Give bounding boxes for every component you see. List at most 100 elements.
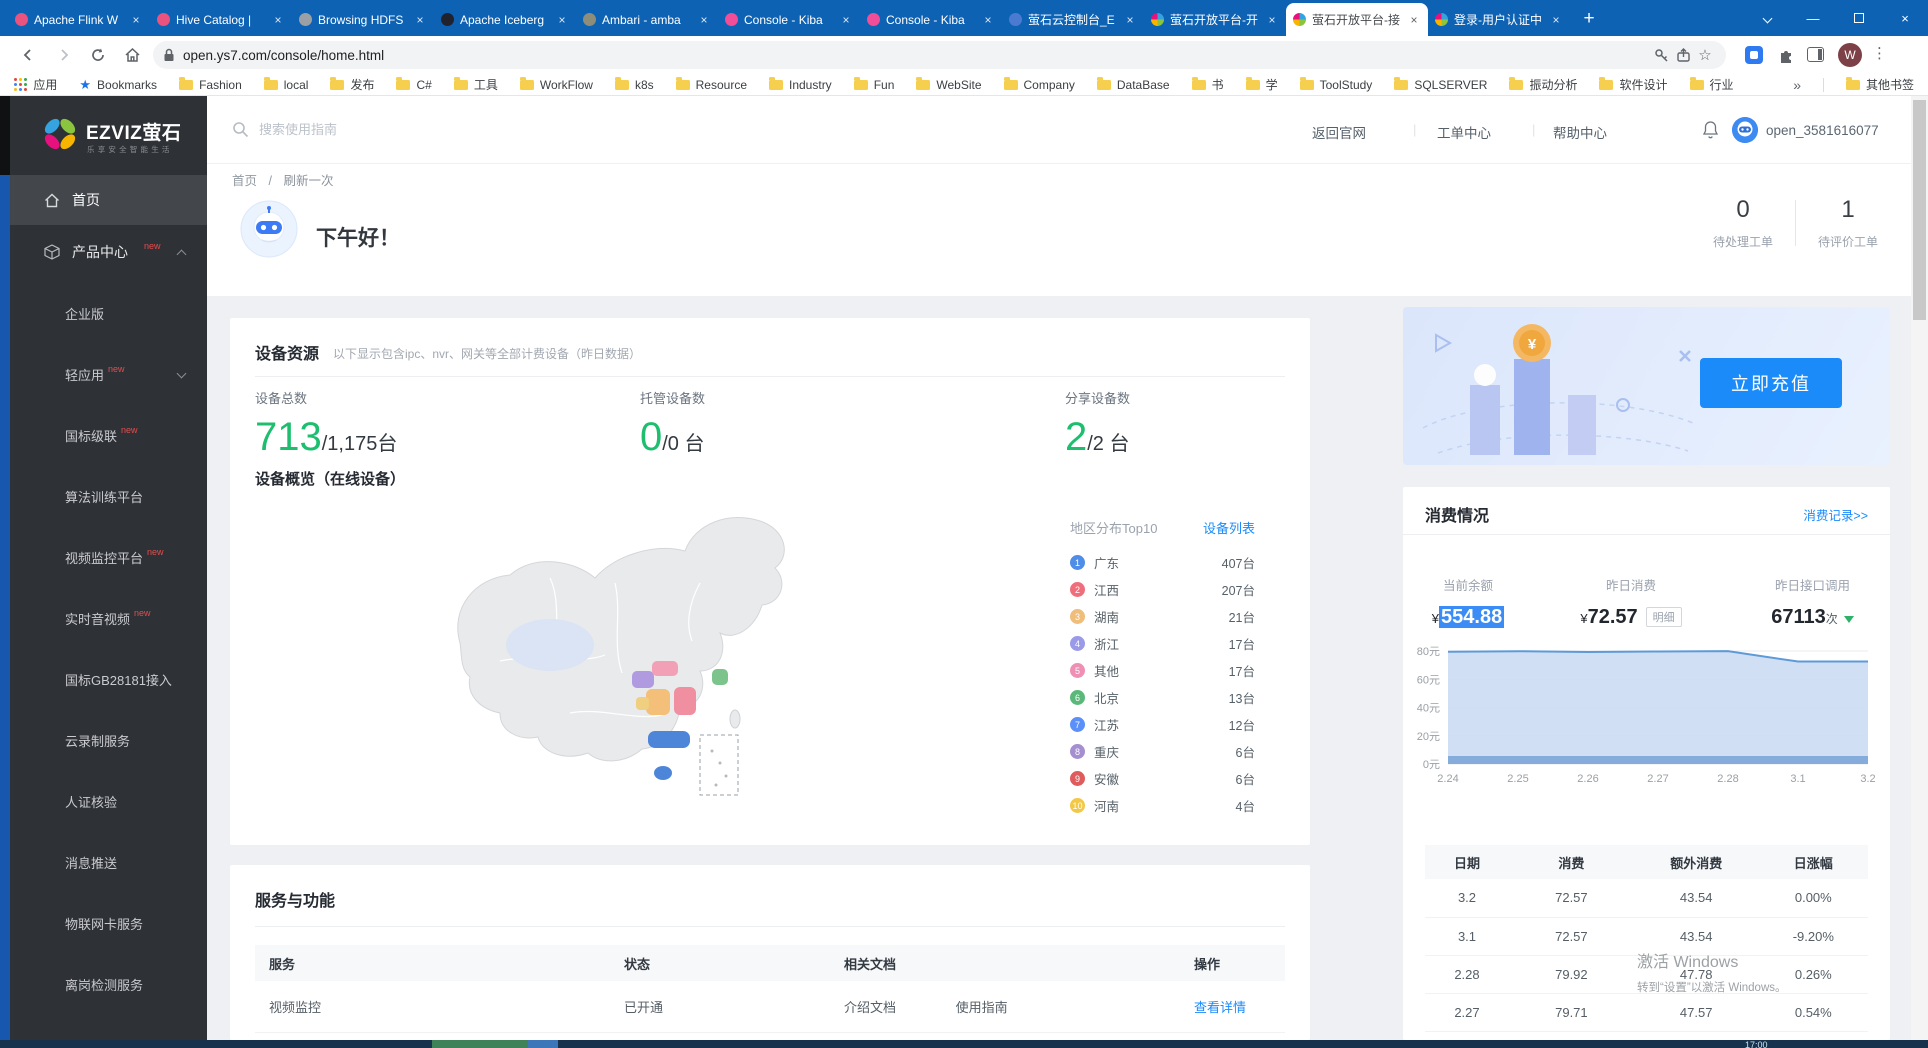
sidebar-subitem[interactable]: 离岗检测服务 — [10, 954, 207, 1015]
trend-down-icon[interactable] — [1844, 616, 1854, 623]
detail-tag-button[interactable]: 明细 — [1646, 607, 1682, 627]
home-icon[interactable] — [120, 43, 144, 67]
tab-close-icon[interactable] — [555, 13, 569, 27]
bookmark-folder[interactable]: Industry — [769, 76, 832, 93]
page-scrollbar[interactable] — [1911, 96, 1928, 1040]
sidebar-subitem[interactable]: 国标级联 new — [10, 405, 207, 466]
browser-tab[interactable]: Ambari - amba — [576, 3, 718, 36]
bookmark-folder[interactable]: SQLSERVER — [1394, 76, 1487, 93]
sidebar-subitem[interactable]: 轻应用 new — [10, 344, 207, 405]
browser-tab[interactable]: 登录-用户认证中 — [1428, 3, 1570, 36]
bookmark-folder[interactable]: local — [264, 76, 309, 93]
sidebar-subitem[interactable]: 物联网卡服务 — [10, 893, 207, 954]
bookmark-folder[interactable]: Company — [1004, 76, 1075, 93]
browser-tab[interactable]: Hive Catalog | — [150, 3, 292, 36]
close-button[interactable]: × — [1882, 0, 1928, 36]
browser-tab[interactable]: Apache Iceberg — [434, 3, 576, 36]
tab-close-icon[interactable] — [1265, 13, 1279, 27]
bookmark-folder[interactable]: Resource — [676, 76, 747, 93]
bookmark-folder[interactable]: 学 — [1246, 76, 1278, 93]
bookmark-folder[interactable]: Fashion — [179, 76, 242, 93]
browser-profile-avatar[interactable]: W — [1838, 43, 1862, 67]
browser-tab[interactable]: Browsing HDFS — [292, 3, 434, 36]
tab-close-icon[interactable] — [697, 13, 711, 27]
scrollbar-thumb[interactable] — [1913, 100, 1926, 320]
apps-shortcut[interactable]: 应用 — [14, 76, 57, 93]
tab-search-icon[interactable] — [1744, 0, 1790, 36]
username[interactable]: open_3581616077 — [1766, 123, 1879, 138]
tab-close-icon[interactable] — [1123, 13, 1137, 27]
notification-bell-icon[interactable] — [1702, 120, 1719, 144]
tab-close-icon[interactable] — [1407, 13, 1421, 27]
bookmark-folder[interactable]: 书 — [1192, 76, 1224, 93]
ezviz-logo[interactable]: EZVIZ萤石 乐享安全智能生活 — [10, 110, 207, 166]
user-avatar[interactable] — [1732, 117, 1758, 143]
tab-close-icon[interactable] — [271, 13, 285, 27]
bookmark-folder[interactable]: 发布 — [330, 76, 374, 93]
link-help-center[interactable]: 帮助中心 — [1553, 122, 1607, 142]
bookmark-folder[interactable]: k8s — [615, 76, 654, 93]
reload-icon[interactable] — [86, 43, 110, 67]
bookmark-folder[interactable]: DataBase — [1097, 76, 1170, 93]
link-official-site[interactable]: 返回官网 — [1312, 122, 1366, 142]
browser-menu-icon[interactable]: ⋮ — [1872, 44, 1887, 62]
browser-tab[interactable]: 萤石云控制台_E — [1002, 3, 1144, 36]
link-ticket-center[interactable]: 工单中心 — [1437, 122, 1491, 142]
new-tab-button[interactable]: + — [1574, 4, 1604, 34]
tab-close-icon[interactable] — [839, 13, 853, 27]
sidebar-subitem[interactable]: 企业版 — [10, 283, 207, 344]
browser-tab[interactable]: 萤石开放平台-接 — [1286, 3, 1428, 36]
minimize-button[interactable]: — — [1790, 0, 1836, 36]
search-input[interactable] — [259, 122, 499, 137]
bookmark-folder[interactable]: C# — [396, 76, 431, 93]
sidebar-subitem[interactable]: 消息推送 — [10, 832, 207, 893]
bookmark-folder[interactable]: 工具 — [454, 76, 498, 93]
bookmark-folder[interactable]: Fun — [854, 76, 895, 93]
bookmark-folder[interactable]: 软件设计 — [1599, 76, 1667, 93]
extension-blue-icon[interactable] — [1745, 46, 1763, 64]
breadcrumb-home[interactable]: 首页 — [232, 174, 257, 188]
sidebar-item-product-center[interactable]: 产品中心 new — [10, 230, 207, 274]
tab-close-icon[interactable] — [1549, 13, 1563, 27]
bookmarks-overflow-chevron[interactable]: » — [1793, 77, 1801, 93]
recharge-button[interactable]: 立即充值 — [1700, 358, 1842, 408]
bookmark-folder[interactable]: WorkFlow — [520, 76, 593, 93]
sidebar-subitem[interactable]: 云录制服务 — [10, 710, 207, 771]
url-bar[interactable]: open.ys7.com/console/home.html ☆ — [153, 41, 1726, 69]
password-key-icon[interactable] — [1650, 44, 1672, 66]
share-icon[interactable] — [1672, 44, 1694, 66]
sidebar-subitem[interactable]: 视频监控平台 new — [10, 527, 207, 588]
sidebar-item-home[interactable]: 首页 — [10, 175, 207, 225]
bookmark-star-icon[interactable]: ☆ — [1694, 44, 1716, 66]
view-details-link[interactable]: 查看详情 — [1194, 1000, 1246, 1015]
side-panel-icon[interactable] — [1807, 47, 1824, 62]
tab-close-icon[interactable] — [129, 13, 143, 27]
sidebar-subitem[interactable]: 人证核验 — [10, 771, 207, 832]
bookmark-folder[interactable]: ToolStudy — [1300, 76, 1373, 93]
browser-tab[interactable]: Apache Flink W — [8, 3, 150, 36]
pending-tickets[interactable]: 0 待处理工单 — [1700, 196, 1786, 250]
doc-intro-link[interactable]: 介绍文档 — [844, 1000, 896, 1015]
bookmark-item[interactable]: ★ Bookmarks — [79, 77, 157, 93]
bookmark-folder[interactable]: 行业 — [1690, 76, 1734, 93]
other-bookmarks[interactable]: 其他书签 — [1846, 76, 1914, 93]
device-list-link[interactable]: 设备列表 — [1203, 518, 1255, 537]
taskbar-app-active[interactable] — [432, 1040, 528, 1048]
tab-close-icon[interactable] — [413, 13, 427, 27]
forward-icon[interactable] — [52, 43, 76, 67]
sidebar-subitem[interactable]: 算法训练平台 — [10, 466, 207, 527]
tab-close-icon[interactable] — [981, 13, 995, 27]
bookmark-folder[interactable]: WebSite — [916, 76, 981, 93]
doc-guide-link[interactable]: 使用指南 — [956, 1000, 1008, 1015]
sidebar-subitem[interactable]: 实时音视频 new — [10, 588, 207, 649]
extensions-puzzle-icon[interactable] — [1774, 43, 1798, 67]
bookmark-folder[interactable]: 振动分析 — [1509, 76, 1577, 93]
back-icon[interactable] — [16, 43, 40, 67]
browser-tab[interactable]: 萤石开放平台-开 — [1144, 3, 1286, 36]
browser-tab[interactable]: Console - Kiba — [860, 3, 1002, 36]
taskbar-app[interactable] — [528, 1040, 558, 1048]
consumption-records-link[interactable]: 消费记录>> — [1803, 505, 1868, 524]
sidebar-subitem[interactable]: 国标GB28181接入 — [10, 649, 207, 710]
collapse-arrow-icon[interactable] — [177, 249, 187, 259]
maximize-button[interactable] — [1836, 0, 1882, 36]
